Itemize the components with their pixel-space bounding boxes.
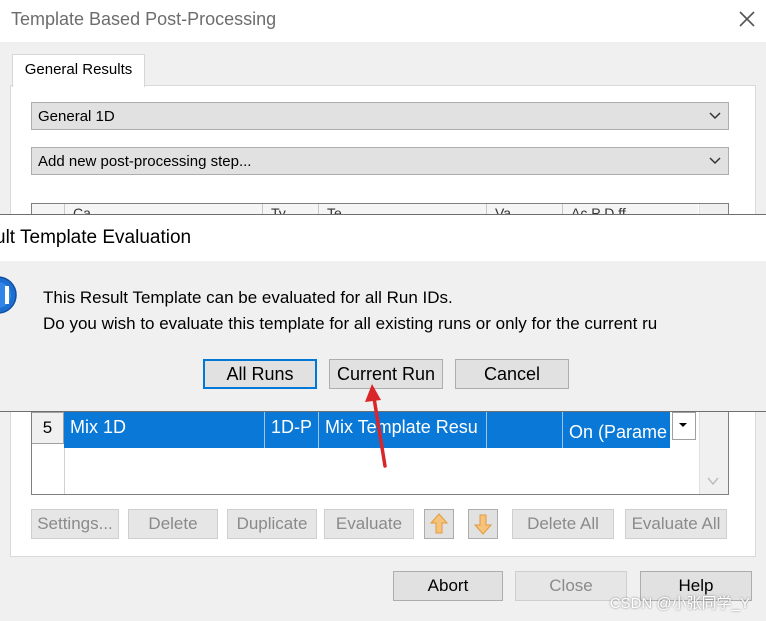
move-up-button[interactable]: [424, 509, 454, 539]
all-runs-button[interactable]: All Runs: [203, 359, 317, 389]
close-icon[interactable]: [734, 6, 760, 32]
delete-button[interactable]: Delete: [128, 509, 218, 539]
chevron-down-icon: [709, 112, 721, 120]
table-cell[interactable]: Mix Template Resu: [318, 412, 485, 448]
row-number[interactable]: 5: [32, 412, 64, 444]
evaluate-button[interactable]: Evaluate: [324, 509, 414, 539]
chevron-down-icon: [709, 157, 721, 165]
move-down-button[interactable]: [468, 509, 498, 539]
table-cell[interactable]: On (Parame: [562, 412, 673, 448]
evaluate-all-button[interactable]: Evaluate All: [625, 509, 727, 539]
arrow-up-icon: [429, 513, 449, 534]
table-cell[interactable]: Mix 1D: [64, 412, 266, 448]
abort-button[interactable]: Abort: [393, 571, 503, 601]
duplicate-button[interactable]: Duplicate: [227, 509, 317, 539]
table-cell[interactable]: [486, 412, 559, 448]
dialog-title: ult Template Evaluation: [0, 227, 192, 248]
arrow-down-icon: [473, 514, 493, 535]
dialog-message-line1: This Result Template can be evaluated fo…: [43, 288, 453, 307]
dialog-titlebar: ult Template Evaluation: [0, 215, 766, 261]
cell-dropdown-button[interactable]: [672, 412, 696, 440]
settings-button[interactable]: Settings...: [31, 509, 119, 539]
annotation-arrow-icon: [365, 384, 387, 468]
tab-general-results[interactable]: General Results: [12, 54, 145, 87]
cancel-button[interactable]: Cancel: [455, 359, 569, 389]
add-step-combo-value: Add new post-processing step...: [38, 153, 252, 170]
delete-all-button[interactable]: Delete All: [512, 509, 614, 539]
chevron-down-icon: [679, 423, 687, 427]
window-titlebar: Template Based Post-Processing: [0, 0, 766, 42]
table-cell[interactable]: 1D-P: [264, 412, 317, 448]
dialog-message-line2: Do you wish to evaluate this template fo…: [43, 314, 658, 333]
add-step-combo[interactable]: Add new post-processing step...: [31, 147, 729, 175]
window-title: Template Based Post-Processing: [11, 9, 277, 29]
watermark: CSDN @小张同学_Y: [609, 595, 750, 612]
info-icon: [0, 276, 17, 314]
scroll-down-icon[interactable]: [706, 476, 720, 486]
category-combo-value: General 1D: [38, 108, 115, 125]
category-combo[interactable]: General 1D: [31, 102, 729, 130]
